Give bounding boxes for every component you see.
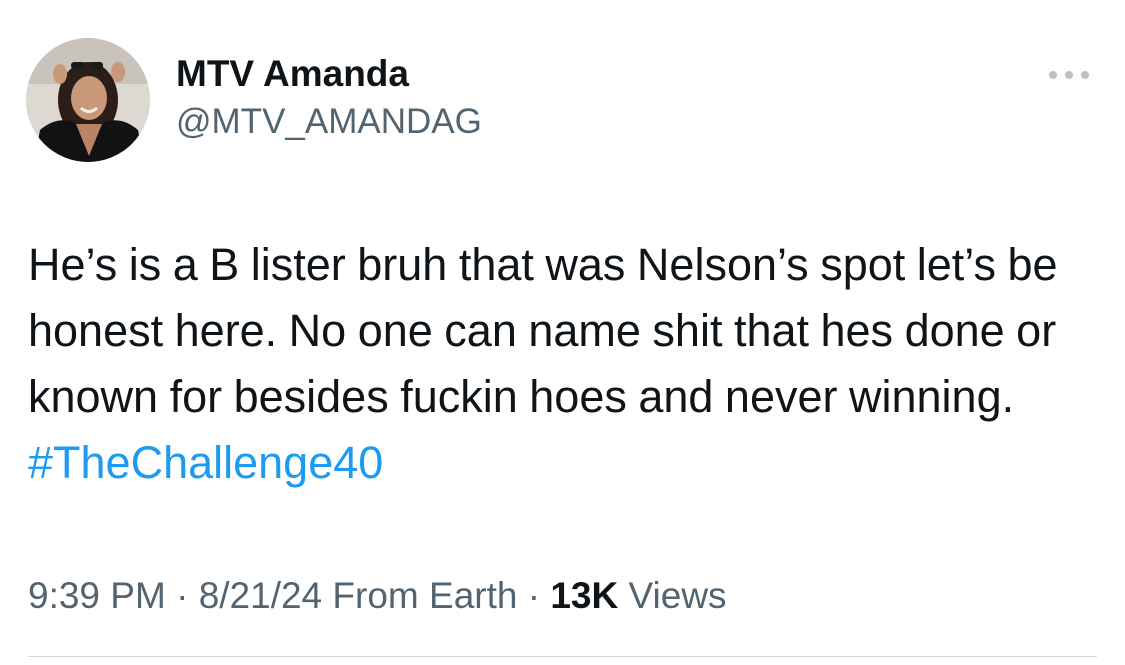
- tweet-date[interactable]: 8/21/24: [199, 575, 322, 616]
- tweet-text-body: He’s is a B lister bruh that was Nelson’…: [28, 239, 1058, 422]
- meta-separator-2: ·: [517, 575, 551, 616]
- views-label[interactable]: Views: [618, 575, 727, 616]
- tweet-metadata: 9:39 PM · 8/21/24 From Earth · 13K Views: [28, 574, 727, 618]
- tweet-source: From Earth: [322, 575, 518, 616]
- hashtag-link[interactable]: #TheChallenge40: [28, 437, 383, 488]
- author-avatar[interactable]: [26, 38, 150, 162]
- author-display-name[interactable]: MTV Amanda: [176, 52, 409, 96]
- more-options-button[interactable]: [1040, 58, 1100, 94]
- tweet-time[interactable]: 9:39 PM: [28, 575, 166, 616]
- meta-separator: ·: [165, 575, 199, 616]
- profile-photo-icon: [26, 38, 150, 162]
- divider: [28, 656, 1097, 657]
- ellipsis-icon: [1049, 71, 1089, 79]
- tweet-card: MTV Amanda @MTV_AMANDAG He’s is a B list…: [0, 0, 1125, 665]
- author-handle[interactable]: @MTV_AMANDAG: [176, 100, 482, 144]
- tweet-text: He’s is a B lister bruh that was Nelson’…: [28, 232, 1103, 496]
- views-count[interactable]: 13K: [550, 575, 618, 616]
